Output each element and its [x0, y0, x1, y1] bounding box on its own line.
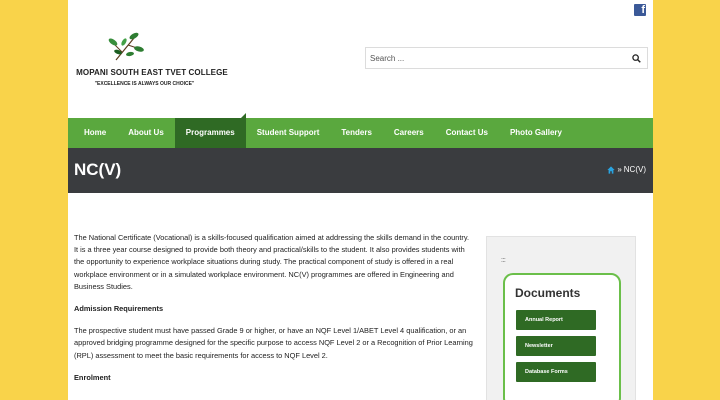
nav-item-programmes[interactable]: Programmes [174, 113, 246, 148]
page-banner: NC(V) » NC(V) [68, 148, 653, 193]
search-box [365, 47, 648, 69]
admission-paragraph: The prospective student must have passed… [74, 326, 473, 360]
breadcrumb: » NC(V) [607, 165, 646, 174]
college-name: MOPANI SOUTH EAST TVET COLLEGE [76, 68, 228, 77]
sidebar: ::: Documents Annual Report Newsletter D… [486, 236, 636, 400]
breadcrumb-separator: » [617, 165, 622, 174]
nav-item-home[interactable]: Home [68, 118, 117, 148]
intro-paragraph: The National Certificate (Vocational) is… [74, 233, 470, 291]
search-input[interactable] [366, 48, 621, 69]
database-forms-button[interactable]: Database Forms [516, 362, 596, 382]
main-nav: Home About Us Programmes Student Support… [68, 113, 653, 148]
newsletter-button[interactable]: Newsletter [516, 336, 596, 356]
nav-item-photo-gallery[interactable]: Photo Gallery [499, 118, 573, 148]
facebook-icon[interactable]: f [634, 4, 646, 16]
nav-item-contact-us[interactable]: Contact Us [435, 118, 499, 148]
nav-item-tenders[interactable]: Tenders [330, 118, 383, 148]
sidebar-dots: ::: [501, 257, 506, 264]
nav-item-careers[interactable]: Careers [383, 118, 435, 148]
leaf-logo-icon [108, 32, 144, 61]
enrolment-heading: Enrolment [74, 372, 111, 382]
search-icon[interactable] [632, 54, 641, 63]
main-content: The National Certificate (Vocational) is… [74, 232, 474, 394]
page-container: f MOPANI SOUTH EAST TVET COLLEGE "EXCELL… [68, 0, 653, 400]
annual-report-button[interactable]: Annual Report [516, 310, 596, 330]
admission-heading: Admission Requirements [74, 304, 164, 314]
page-title: NC(V) [74, 160, 122, 179]
breadcrumb-current: NC(V) [623, 165, 646, 174]
nav-item-about-us[interactable]: About Us [117, 118, 175, 148]
college-motto: "EXCELLENCE IS ALWAYS OUR CHOICE" [94, 81, 195, 87]
nav-item-student-support[interactable]: Student Support [246, 118, 331, 148]
home-icon[interactable] [607, 165, 615, 174]
documents-title: Documents [515, 286, 581, 300]
documents-widget: Documents Annual Report Newsletter Datab… [503, 273, 621, 400]
